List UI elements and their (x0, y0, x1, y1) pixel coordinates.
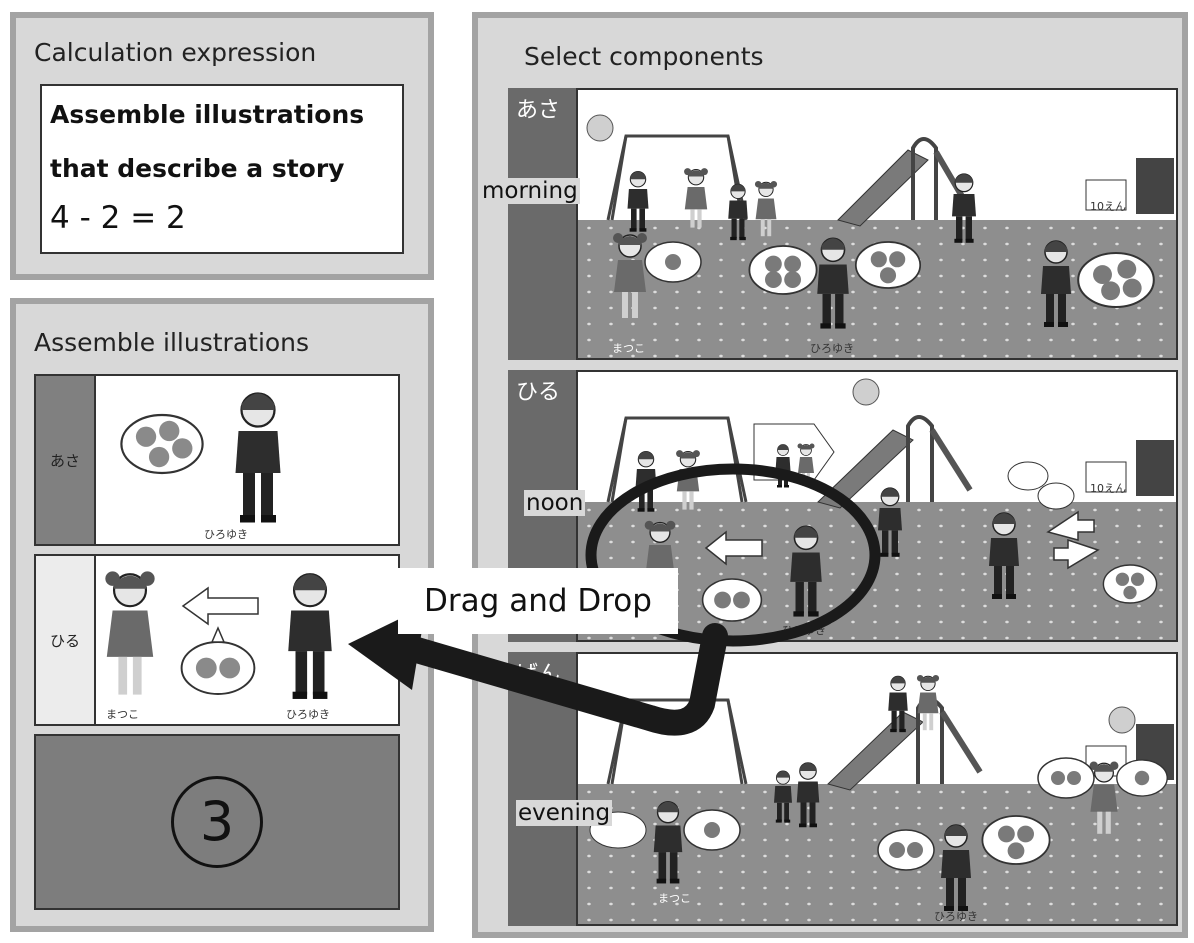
calculation-panel: Calculation expression Assemble illustra… (10, 12, 434, 280)
swing-set-icon (606, 698, 748, 785)
assemble-panel: Assemble illustrations あさ ひろゆき ひる まつこ ひろ… (10, 298, 434, 932)
boy-figure (287, 573, 333, 701)
boy-figure (789, 525, 823, 618)
sun-icon (586, 114, 614, 142)
scene-morning-art (586, 114, 1174, 330)
assemble-slot-morning[interactable]: あさ ひろゆき (34, 374, 400, 546)
select-title: Select components (524, 42, 764, 71)
calculation-box: Assemble illustrations that describe a s… (40, 84, 404, 254)
slot-2-caption-right: ひろゆき (286, 708, 330, 721)
strip-tag: ひる (514, 374, 563, 406)
drag-and-drop-label: Drag and Drop (398, 568, 678, 634)
assemble-title: Assemble illustrations (34, 328, 310, 357)
scene-evening-art (589, 674, 1174, 912)
scene-morning[interactable]: まつこ ひろゆき 10えん (576, 88, 1178, 360)
sign-board-icon (753, 423, 835, 481)
story-line-2: that describe a story (50, 154, 345, 183)
swing-set-icon (606, 416, 748, 503)
assemble-slot-noon[interactable]: ひる まつこ ひろゆき (34, 554, 400, 726)
caption-hiroyuki: ひろゆき (810, 342, 854, 355)
sun-icon (852, 378, 880, 406)
slot-1-illustration (120, 392, 282, 524)
strip-label-morning: morning (480, 178, 580, 204)
caption-hiroyuki: ひろゆき (934, 910, 978, 923)
component-strip-evening[interactable]: ばん まつこ ひろゆき evening (508, 652, 1178, 926)
boy-figure (234, 392, 282, 524)
girl-figure (612, 232, 648, 319)
assemble-slot-empty[interactable]: 3 (34, 734, 400, 910)
calculation-title: Calculation expression (34, 38, 317, 67)
slot-tag: あさ (36, 376, 96, 544)
strip-label-noon: noon (524, 490, 586, 516)
scene-evening[interactable]: まつこ ひろゆき (576, 652, 1178, 926)
shop-sign: 10えん (1090, 200, 1126, 213)
strip-tag: あさ (514, 92, 563, 124)
select-panel: Select components あさ まつこ ひろゆき 10えん morni… (472, 12, 1188, 938)
slot-2-caption-left: まつこ (106, 708, 139, 721)
boy-figure (940, 824, 972, 912)
strip-tag: ばん (514, 656, 563, 688)
strip-label-evening: evening (516, 800, 613, 826)
caption-hiroyuki: ひろゆき (782, 624, 826, 637)
give-arrow-icon (704, 530, 763, 566)
strip-side (508, 88, 576, 360)
sun-icon (1108, 706, 1136, 734)
girl-figure (104, 570, 156, 696)
shop-sign: 10えん (1090, 482, 1126, 495)
apple-plate (120, 413, 204, 475)
strip-side (508, 652, 576, 926)
component-strip-morning[interactable]: あさ まつこ ひろゆき 10えん morning (480, 88, 1178, 360)
slot-1-caption: ひろゆき (204, 528, 248, 541)
calculation-expression: 4 - 2 = 2 (50, 200, 186, 236)
caption-matsuko: まつこ (612, 342, 645, 355)
apple-plate (180, 641, 256, 695)
slot-2-illustration (104, 570, 333, 701)
caption-matsuko: まつこ (658, 892, 691, 905)
slot-tag: ひる (36, 556, 96, 724)
exchange-arrows-icon (1046, 510, 1100, 570)
boy-figure (816, 237, 850, 330)
slide-icon (837, 137, 973, 227)
give-arrow-icon (181, 586, 259, 626)
slot-number: 3 (171, 776, 263, 868)
story-line-1: Assemble illustrations (50, 100, 365, 129)
